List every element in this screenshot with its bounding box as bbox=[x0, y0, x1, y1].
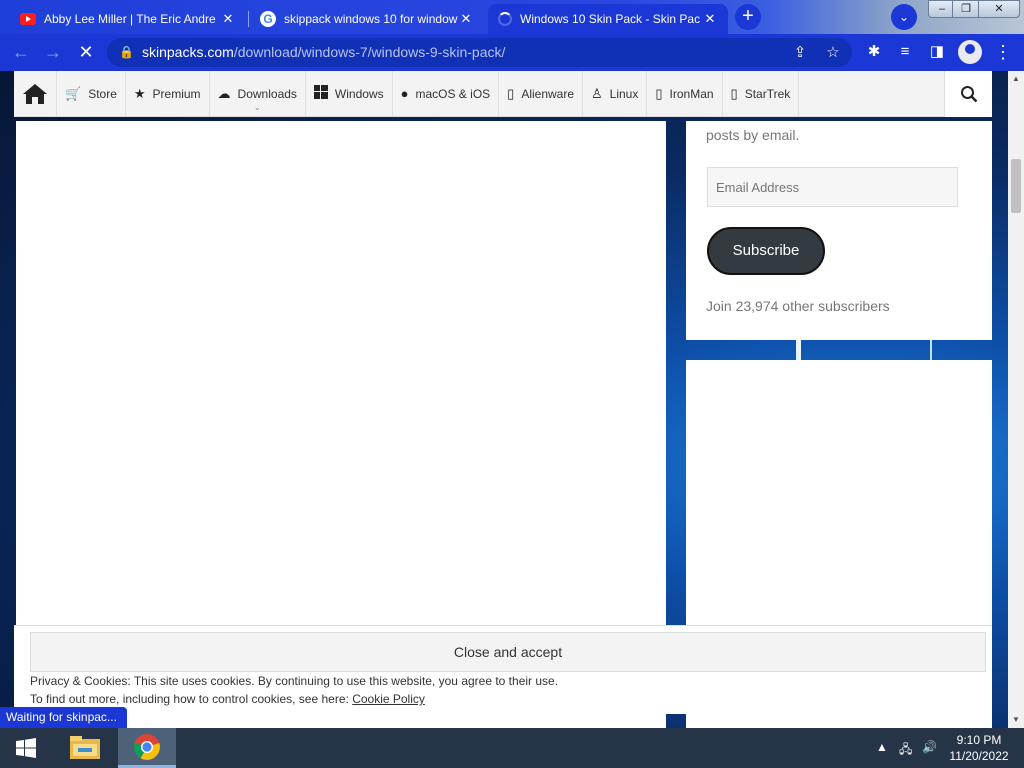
file-explorer-taskbar-icon[interactable] bbox=[60, 728, 110, 768]
extensions-puzzle-icon[interactable]: ✱ bbox=[861, 39, 887, 65]
tab-title: Abby Lee Miller | The Eric Andre bbox=[44, 12, 216, 26]
subscribe-description: posts by email. bbox=[706, 127, 800, 143]
tab-skinpack-active[interactable]: Windows 10 Skin Pack - Skin Pac ✕ bbox=[488, 4, 728, 34]
stop-loading-icon[interactable]: ✕ bbox=[73, 39, 99, 65]
menu-kebab-icon[interactable]: ⋮ bbox=[990, 39, 1016, 65]
tab-google-search[interactable]: G skippack windows 10 for window ✕ bbox=[250, 4, 484, 34]
new-tab-button[interactable]: + bbox=[735, 4, 761, 30]
system-clock[interactable]: 9:10 PM 11/20/2022 bbox=[944, 732, 1014, 764]
url-path: /download/windows-7/windows-9-skin-pack/ bbox=[233, 44, 506, 60]
tux-icon: ♙ bbox=[591, 85, 603, 101]
maximize-button[interactable]: ❐ bbox=[952, 0, 980, 18]
windows-start-icon bbox=[16, 738, 36, 758]
cloud-download-icon: ☁ bbox=[217, 85, 231, 101]
tab-separator bbox=[248, 11, 249, 27]
search-icon bbox=[960, 86, 977, 103]
tab-search-button[interactable]: ⌄ bbox=[891, 4, 917, 30]
share-icon[interactable]: ⇪ bbox=[788, 38, 812, 67]
loading-spinner-icon bbox=[498, 12, 512, 26]
network-icon[interactable]: 🖧 bbox=[899, 740, 912, 761]
show-hidden-icons-chevron[interactable]: ▲ bbox=[876, 740, 888, 754]
cookie-policy-link[interactable]: Cookie Policy bbox=[352, 692, 425, 706]
tab-title: Windows 10 Skin Pack - Skin Pac bbox=[520, 12, 701, 26]
site-search-button[interactable] bbox=[944, 71, 992, 117]
cookie-more-info-text: To find out more, including how to contr… bbox=[30, 692, 425, 706]
tab-strip: Abby Lee Miller | The Eric Andre ✕ G ski… bbox=[0, 0, 1024, 34]
side-panel-icon[interactable]: ◨ bbox=[924, 39, 950, 65]
close-and-accept-button[interactable]: Close and accept bbox=[30, 632, 986, 672]
subscriber-count: Join 23,974 other subscribers bbox=[706, 298, 890, 314]
chevron-down-icon: ⌄ bbox=[253, 103, 261, 112]
nav-item-alienware[interactable]: ▯ Alienware bbox=[499, 71, 584, 116]
home-icon[interactable] bbox=[14, 71, 57, 116]
nav-item-linux[interactable]: ♙ Linux bbox=[583, 71, 648, 116]
nav-item-premium[interactable]: ★ Premium bbox=[126, 71, 210, 116]
tab-youtube[interactable]: Abby Lee Miller | The Eric Andre ✕ bbox=[10, 4, 246, 34]
nav-item-store[interactable]: 🛒 Store bbox=[57, 71, 126, 116]
close-tab-icon[interactable]: ✕ bbox=[458, 11, 474, 27]
background-highlight bbox=[796, 340, 801, 360]
chrome-taskbar-icon[interactable] bbox=[118, 728, 176, 768]
cookie-banner: Close and accept Privacy & Cookies: This… bbox=[14, 625, 992, 714]
nav-item-ironman[interactable]: ▯ IronMan bbox=[647, 71, 723, 116]
close-tab-icon[interactable]: ✕ bbox=[220, 11, 236, 27]
scrollbar-thumb[interactable] bbox=[1011, 159, 1021, 213]
clock-date: 11/20/2022 bbox=[949, 749, 1009, 763]
background-highlight bbox=[930, 340, 932, 360]
tab-title: skippack windows 10 for window bbox=[284, 12, 458, 26]
profile-avatar[interactable] bbox=[958, 40, 982, 64]
windows-logo-icon bbox=[313, 85, 328, 102]
browser-toolbar: ← → ✕ 🔒 skinpacks.com/download/windows-7… bbox=[0, 34, 1024, 71]
windows-taskbar: ▲ 🖧 🔊 9:10 PM 11/20/2022 bbox=[0, 728, 1024, 768]
clock-time: 9:10 PM bbox=[956, 733, 1002, 747]
page-scrollbar[interactable]: ▲ ▼ bbox=[1008, 71, 1024, 728]
nav-item-startrek[interactable]: ▯ StarTrek bbox=[723, 71, 800, 116]
device-icon: ▯ bbox=[730, 85, 738, 101]
cookie-notice-text: Privacy & Cookies: This site uses cookie… bbox=[30, 674, 559, 688]
url-host: skinpacks.com bbox=[142, 44, 234, 60]
start-button[interactable] bbox=[0, 728, 52, 768]
youtube-icon bbox=[20, 13, 36, 25]
address-bar[interactable]: 🔒 skinpacks.com/download/windows-7/windo… bbox=[107, 38, 852, 67]
back-arrow-icon[interactable]: ← bbox=[8, 39, 34, 65]
subscribe-button[interactable]: Subscribe bbox=[707, 227, 825, 275]
scroll-up-arrow[interactable]: ▲ bbox=[1008, 71, 1024, 87]
google-icon: G bbox=[260, 11, 276, 27]
lock-icon[interactable]: 🔒 bbox=[119, 38, 134, 67]
close-tab-icon[interactable]: ✕ bbox=[702, 11, 718, 27]
nav-item-macos-ios[interactable]: ● macOS & iOS bbox=[393, 71, 500, 116]
nav-item-downloads[interactable]: ☁ Downloads ⌄ bbox=[210, 71, 306, 116]
bookmark-star-icon[interactable]: ☆ bbox=[821, 38, 845, 67]
site-navigation: 🛒 Store ★ Premium ☁ Downloads ⌄ Windows ● mac… bbox=[14, 71, 992, 117]
nav-item-windows[interactable]: Windows bbox=[306, 71, 393, 116]
device-icon: ▯ bbox=[507, 85, 515, 101]
email-field[interactable] bbox=[707, 167, 958, 207]
star-icon: ★ bbox=[133, 85, 146, 101]
device-icon: ▯ bbox=[655, 85, 663, 101]
forward-arrow-icon[interactable]: → bbox=[40, 39, 66, 65]
close-window-button[interactable]: ✕ bbox=[978, 0, 1020, 18]
status-bubble: Waiting for skinpac... bbox=[0, 707, 127, 728]
apple-icon: ● bbox=[400, 86, 409, 101]
email-subscribe-widget: posts by email. Subscribe Join 23,974 ot… bbox=[686, 121, 992, 340]
scroll-down-arrow[interactable]: ▼ bbox=[1008, 712, 1024, 728]
cart-icon: 🛒 bbox=[65, 85, 82, 101]
media-queue-icon[interactable]: ≡ bbox=[892, 39, 918, 65]
volume-icon[interactable]: 🔊 bbox=[922, 740, 937, 754]
